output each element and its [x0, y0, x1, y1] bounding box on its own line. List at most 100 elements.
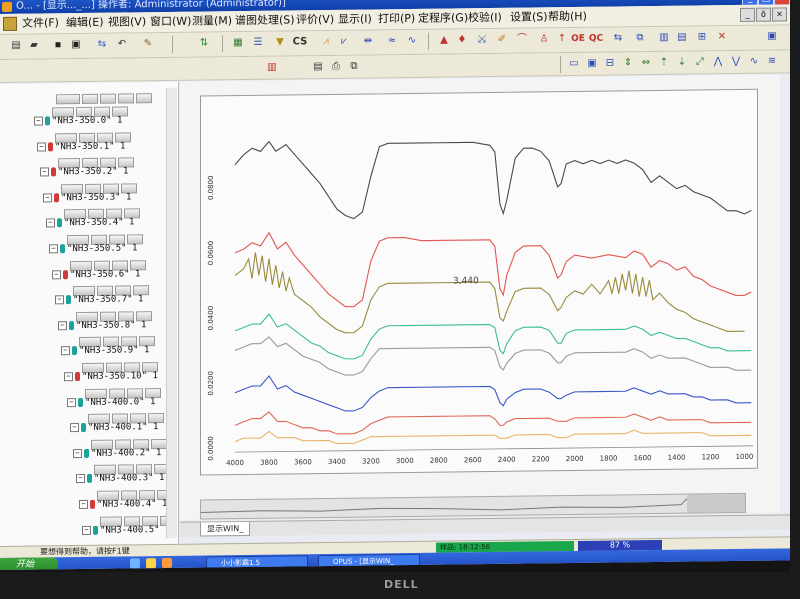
tree-child-blocks[interactable] [76, 306, 154, 322]
tree-child-blocks[interactable] [64, 204, 142, 220]
overlay-icon[interactable]: ▣ [584, 56, 600, 72]
tree-item[interactable]: − "NH3-350.9" 1 [61, 345, 149, 358]
derivative-icon[interactable]: ∿ [404, 33, 420, 49]
collapse-icon[interactable]: − [40, 167, 49, 177]
quicklaunch-ie-icon[interactable] [130, 558, 140, 569]
collapse-icon[interactable]: − [82, 525, 91, 535]
menu-validate[interactable]: 校验(I) [468, 8, 502, 28]
copy-icon[interactable]: ⧉ [346, 59, 362, 75]
tree-child-blocks[interactable] [94, 459, 172, 476]
tree-child-blocks[interactable] [61, 178, 139, 195]
list-icon[interactable]: ☰ [250, 35, 266, 51]
save-icon[interactable]: ▪ [50, 37, 66, 53]
tree-item[interactable]: − "NH3-350.3" 1 [43, 191, 131, 204]
panel-icon[interactable]: ▣ [764, 28, 780, 44]
collapse-icon[interactable]: − [49, 244, 58, 254]
oe-button[interactable]: OE [570, 31, 586, 47]
tree-item[interactable]: − "NH3-350.0" 1 [34, 115, 122, 128]
tree-item[interactable]: − "NH3-350.7" 1 [55, 293, 143, 306]
collapse-icon[interactable]: − [34, 116, 43, 126]
print-icon[interactable]: ⎙ [328, 59, 344, 75]
tree-item[interactable]: − "NH3-400.5" 1 [82, 524, 170, 537]
compare-icon[interactable]: ⧉ [632, 30, 648, 46]
search-library-icon[interactable]: ▤ [674, 30, 690, 46]
tree-child-blocks[interactable] [58, 153, 136, 169]
spectrum-icon[interactable]: ∿ [746, 54, 762, 70]
smooth-icon[interactable]: ≈ [384, 33, 400, 49]
scale-up-icon[interactable]: ⇡ [656, 55, 672, 71]
spectrum-chart[interactable]: 4000 3800 3600 3400 3200 3000 2800 2600 2400 2200… [201, 90, 757, 475]
undo-icon[interactable]: ↶ [114, 36, 130, 52]
tree-item[interactable]: − "NH3-400.1" 1 [70, 421, 158, 434]
quicklaunch-media-icon[interactable] [162, 557, 172, 569]
person-icon[interactable]: ♙ [536, 31, 552, 47]
refresh-icon[interactable]: ⇆ [94, 37, 110, 53]
tree-child-blocks[interactable] [70, 255, 148, 271]
peak-icon[interactable]: ⩘ [318, 34, 334, 50]
menu-view[interactable]: 视图(V) [108, 12, 146, 32]
tree-item[interactable]: − "NH3-350.4" 1 [46, 217, 134, 230]
taskbar-item-capture[interactable]: 小小影霸1.5 [206, 555, 308, 569]
menu-display[interactable]: 显示(I) [338, 9, 372, 29]
tree-child-blocks[interactable] [55, 127, 133, 143]
zoom-x-icon[interactable]: ⇔ [638, 55, 654, 71]
cs-button[interactable]: CS [292, 34, 308, 50]
tree-child-blocks[interactable] [91, 434, 169, 450]
menu-program[interactable]: 定程序(G) [418, 8, 468, 29]
collapse-icon[interactable]: − [67, 397, 76, 407]
tree-item[interactable]: − "NH3-350.8" 1 [58, 319, 146, 332]
collapse-icon[interactable]: − [61, 346, 70, 356]
tree-item[interactable]: − "NH3-350.10" 1 [64, 370, 158, 383]
collapse-icon[interactable]: − [52, 269, 61, 279]
menu-print[interactable]: 打印(P) [378, 9, 415, 29]
spectrum-line-6[interactable] [234, 370, 752, 412]
document-icon[interactable] [3, 16, 17, 31]
zoom-y-icon[interactable]: ⇕ [620, 55, 636, 71]
spectrum-plot[interactable]: 4000 3800 3600 3400 3200 3000 2800 2600 2400 2200… [200, 88, 758, 476]
quicklaunch-folder-icon[interactable] [146, 558, 156, 569]
spectrum-line-7[interactable] [234, 406, 752, 435]
mdi-minimize-button[interactable]: _ [740, 7, 755, 22]
report-icon[interactable]: ⊞ [694, 29, 710, 45]
collapse-icon[interactable]: − [37, 142, 46, 152]
menu-spectrum-processing[interactable]: 谱图处理(S) [235, 10, 295, 31]
valley-pick-icon[interactable]: ⋁ [728, 54, 744, 70]
tree-child-blocks[interactable] [67, 229, 145, 246]
spectrum-line-1[interactable] [234, 136, 752, 221]
tree-child-blocks[interactable] [79, 331, 157, 348]
menu-edit[interactable]: 编辑(E) [66, 13, 104, 33]
menu-window[interactable]: 窗口(W) [150, 12, 191, 33]
marker-icon[interactable]: ♦ [454, 32, 470, 48]
mdi-close-button[interactable]: × [772, 7, 787, 22]
arrow-up-icon[interactable]: ↑ [554, 31, 570, 47]
menu-measure[interactable]: 测量(M) [192, 11, 232, 31]
tree-child-blocks[interactable] [97, 485, 175, 501]
print-preview-icon[interactable]: ▤ [310, 59, 326, 75]
menu-help[interactable]: 帮助(H) [548, 7, 587, 27]
tree-child-blocks[interactable] [88, 408, 166, 425]
overview-zoom-window[interactable] [687, 493, 745, 513]
baseline-icon[interactable]: ⩗ [336, 34, 352, 50]
peak-pick-icon[interactable]: ⋀ [710, 54, 726, 70]
tree-child-blocks[interactable] [82, 357, 160, 373]
tree-scrollbar[interactable] [166, 87, 177, 538]
tree-item[interactable]: − "NH3-400.4" 1 [79, 498, 167, 511]
menu-evaluate[interactable]: 评价(V) [296, 10, 334, 30]
tree-item[interactable]: − "NH3-350.1" 1 [37, 140, 125, 153]
flag-icon[interactable]: ▲ [436, 32, 452, 48]
collapse-icon[interactable]: − [46, 218, 55, 228]
start-button[interactable]: 开始 [0, 557, 58, 571]
collapse-icon[interactable]: − [76, 474, 85, 484]
normalize-view-icon[interactable]: ≋ [764, 53, 780, 69]
collapse-icon[interactable]: − [79, 499, 88, 510]
integrate-icon[interactable]: ⇹ [360, 33, 376, 49]
fit-icon[interactable]: ⤢ [692, 54, 708, 70]
open-file-icon[interactable]: ▰ [26, 37, 42, 53]
spectrum-line-3[interactable] [234, 247, 745, 338]
convert-icon[interactable]: ⇆ [610, 30, 626, 46]
chart-options-icon[interactable]: ▥ [264, 60, 280, 76]
spectrum-line-2[interactable] [234, 227, 752, 308]
stop-icon[interactable]: ✕ [714, 29, 730, 45]
tree-item[interactable]: − "NH3-400.2" 1 [73, 447, 161, 460]
menu-file[interactable]: 文件(F) [22, 13, 59, 33]
